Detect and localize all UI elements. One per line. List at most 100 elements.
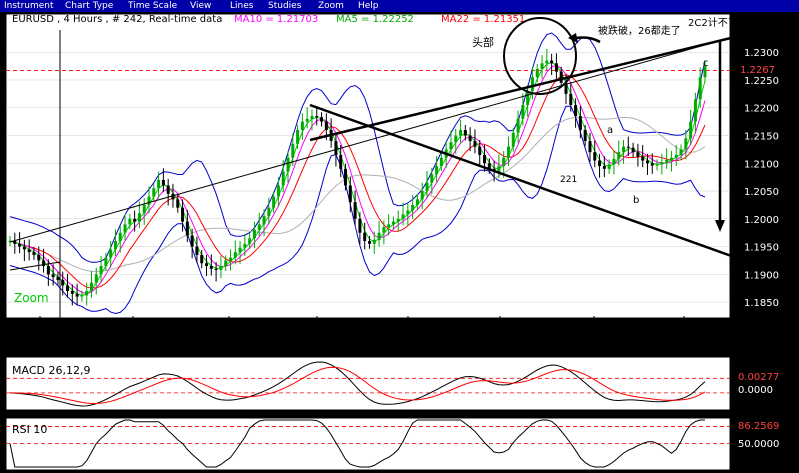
x-tick-label: 12 — [223, 330, 236, 341]
candle-body — [372, 239, 376, 244]
candle-body — [607, 164, 611, 169]
x-tick-label: 26 — [34, 330, 47, 341]
menu-item-view[interactable]: View — [190, 0, 211, 12]
point-b-label: b — [633, 195, 639, 206]
y-tick-label: 1.1950 — [744, 243, 779, 254]
candle-body — [18, 243, 22, 247]
candle-body — [37, 254, 41, 261]
candle-body — [698, 77, 702, 100]
x-tick-label: 19 — [311, 330, 324, 341]
candle-body — [228, 257, 232, 261]
x-sub-label: 03/05/06 — [113, 342, 158, 353]
candle-body — [113, 241, 117, 250]
candle-body — [61, 279, 65, 286]
candle-body — [353, 202, 357, 219]
candle-body — [219, 266, 223, 270]
macd-tick-1: 0.00277 — [738, 372, 779, 383]
x-tick-label: 16 — [678, 330, 691, 341]
candle-body — [650, 163, 654, 166]
candle-body — [22, 246, 26, 250]
candle-body — [267, 207, 271, 217]
candle-body — [554, 63, 558, 72]
candle-body — [641, 156, 645, 161]
candle-body — [473, 141, 477, 147]
ma10-label: MA10 = 1.21703 — [234, 14, 318, 25]
candle-body — [157, 179, 161, 189]
candle-body — [209, 266, 213, 269]
candle-body — [454, 135, 458, 143]
candle-body — [497, 166, 501, 172]
candle-body — [286, 157, 290, 172]
menu-item-studies[interactable]: Studies — [268, 0, 301, 12]
candle-body — [511, 132, 515, 147]
candle-body — [521, 104, 525, 119]
candle-body — [478, 146, 482, 155]
candle-body — [415, 199, 419, 205]
ma22-label: MA22 = 1.21351 — [441, 14, 525, 25]
candle-body — [262, 216, 266, 225]
candle-body — [56, 277, 60, 280]
candle-body — [166, 185, 170, 194]
y-tick-label: 1.2050 — [744, 187, 779, 198]
candle-body — [128, 218, 132, 225]
candle-body — [195, 246, 199, 255]
candle-body — [396, 218, 400, 222]
zoom-label[interactable]: Zoom — [14, 291, 49, 305]
candle-body — [665, 159, 669, 163]
head-label: 头部 — [472, 35, 494, 49]
candle-body — [574, 104, 578, 117]
candle-body — [339, 154, 343, 169]
y-tick-label: 1.1900 — [744, 270, 779, 281]
candle-body — [674, 154, 678, 158]
candle-body — [411, 204, 415, 211]
candle-body — [406, 210, 410, 215]
menu-item-lines[interactable]: Lines — [230, 0, 253, 12]
candle-body — [315, 116, 319, 118]
candle-body — [161, 179, 165, 186]
y-tick-label: 1.2300 — [744, 48, 779, 59]
candle-body — [310, 116, 314, 119]
candle-body — [137, 213, 141, 222]
menu-bar: Instrument Chart Type Time Scale View Lines S… — [0, 0, 799, 12]
macd-tick-2: 0.0000 — [738, 385, 773, 396]
x-tick-label: 05 — [127, 330, 140, 341]
candle-body — [631, 147, 635, 153]
candle-body — [118, 232, 122, 242]
menu-item-zoom[interactable]: Zoom — [318, 0, 344, 12]
candle-body — [622, 146, 626, 153]
candle-body — [689, 121, 693, 139]
candle-body — [612, 158, 616, 165]
symbol-info: EURUSD , 4 Hours , # 242, Real-time data — [12, 14, 222, 25]
candle-body — [181, 207, 185, 222]
candle-body — [123, 224, 127, 233]
x-sub-label: □□/06 — [482, 342, 517, 353]
x-tick-label: 09 — [588, 330, 601, 341]
price-panel — [5, 13, 731, 319]
x-tick-label: 26 — [402, 330, 415, 341]
candle-body — [190, 235, 194, 247]
candle-body — [435, 166, 439, 175]
point-c-label: c — [703, 58, 709, 69]
candle-body — [281, 171, 285, 186]
candle-body — [502, 157, 506, 167]
menu-item-help[interactable]: Help — [358, 0, 379, 12]
chart-area: 1.2300 1.2250 1.2200 1.2150 1.2100 1.2050 1.20… — [5, 13, 784, 471]
candle-body — [636, 152, 640, 157]
menu-item-instrument[interactable]: Instrument — [4, 0, 54, 12]
candle-body — [224, 260, 228, 267]
candle-body — [32, 252, 36, 255]
candle-body — [152, 188, 156, 197]
candle-body — [583, 129, 587, 142]
candle-body — [252, 229, 256, 239]
menu-item-time-scale[interactable]: Time Scale — [128, 0, 177, 12]
candle-body — [27, 249, 31, 253]
candle-body — [684, 138, 688, 150]
rsi-tick-1: 86.2569 — [738, 421, 779, 432]
y-tick-label: 1.2100 — [744, 159, 779, 170]
candle-body — [660, 162, 664, 165]
menu-item-chart-type[interactable]: Chart Type — [65, 0, 113, 12]
candle-body — [516, 118, 520, 133]
candle-body — [320, 117, 324, 122]
candle-body — [377, 232, 381, 240]
candle-body — [679, 149, 683, 155]
